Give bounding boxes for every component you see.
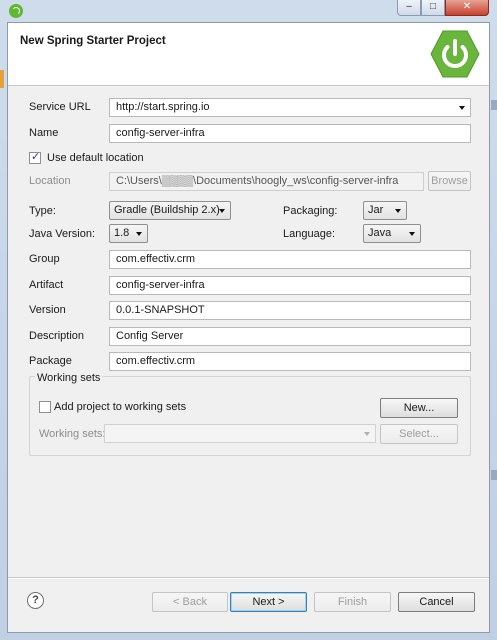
- service-url-label: Service URL: [29, 101, 91, 113]
- browse-button[interactable]: Browse: [428, 171, 471, 191]
- artifact-label: Artifact: [29, 279, 64, 291]
- close-button[interactable]: ✕: [445, 0, 489, 16]
- wizard-header: New Spring Starter Project: [8, 23, 489, 86]
- dialog-client-area: New Spring Starter Project Service URL h…: [7, 22, 490, 633]
- background-window-edge: [491, 470, 497, 480]
- packaging-value: Jar: [368, 204, 384, 216]
- group-input[interactable]: com.effectiv.crm: [109, 250, 471, 269]
- working-sets-label: Working sets:: [39, 428, 106, 440]
- description-label: Description: [29, 330, 85, 342]
- packaging-label: Packaging:: [283, 205, 338, 217]
- group-label: Group: [29, 253, 60, 265]
- location-label: Location: [29, 175, 71, 187]
- type-combo[interactable]: Gradle (Buildship 2.x): [109, 201, 231, 220]
- name-input[interactable]: config-server-infra: [109, 124, 471, 143]
- spring-power-icon: [430, 30, 480, 78]
- dropdown-arrow-icon: [136, 232, 142, 236]
- next-button[interactable]: Next >: [230, 592, 307, 612]
- language-label: Language:: [283, 228, 335, 240]
- java-version-value: 1.8: [114, 227, 130, 239]
- dropdown-arrow-icon: [395, 209, 401, 213]
- dropdown-arrow-icon: [409, 232, 415, 236]
- help-icon[interactable]: ?: [27, 592, 44, 609]
- package-input[interactable]: com.effectiv.crm: [109, 352, 471, 371]
- title-bar[interactable]: – □ ✕: [0, 0, 497, 22]
- working-sets-combo[interactable]: [104, 424, 376, 443]
- maximize-button[interactable]: □: [421, 0, 445, 16]
- footer-separator: [8, 577, 489, 579]
- dropdown-arrow-icon: [219, 209, 225, 213]
- location-input[interactable]: C:\Users\▒▒▒▒\Documents\hoogly_ws\config…: [109, 172, 424, 191]
- back-button[interactable]: < Back: [152, 592, 228, 612]
- add-to-working-sets-checkbox[interactable]: [39, 401, 51, 413]
- language-value: Java: [368, 227, 392, 239]
- dropdown-arrow-icon: [459, 106, 465, 110]
- wizard-title: New Spring Starter Project: [20, 35, 166, 47]
- java-version-label: Java Version:: [29, 228, 96, 240]
- packaging-combo[interactable]: Jar: [363, 201, 407, 220]
- add-to-working-sets-label: Add project to working sets: [54, 401, 187, 413]
- service-url-combo[interactable]: http://start.spring.io: [109, 98, 471, 117]
- language-combo[interactable]: Java: [363, 224, 421, 243]
- version-label: Version: [29, 304, 66, 316]
- use-default-location-label: Use default location: [47, 152, 144, 164]
- type-label: Type:: [29, 205, 56, 217]
- use-default-location-checkbox[interactable]: [29, 150, 41, 164]
- new-working-set-button[interactable]: New...: [380, 398, 458, 418]
- minimize-button[interactable]: –: [397, 0, 421, 16]
- description-input[interactable]: Config Server: [109, 327, 471, 346]
- version-input[interactable]: 0.0.1-SNAPSHOT: [109, 301, 471, 320]
- working-sets-group-title: Working sets: [35, 372, 103, 384]
- type-value: Gradle (Buildship 2.x): [114, 204, 220, 216]
- background-window-edge: [0, 70, 4, 88]
- dropdown-arrow-icon: [364, 432, 370, 436]
- window-frame: – □ ✕ New Spring Starter Project Service…: [0, 0, 497, 640]
- finish-button[interactable]: Finish: [314, 592, 391, 612]
- select-working-sets-button[interactable]: Select...: [380, 424, 458, 444]
- spring-leaf-icon: [9, 4, 23, 18]
- artifact-input[interactable]: config-server-infra: [109, 276, 471, 295]
- name-label: Name: [29, 127, 59, 139]
- service-url-value: http://start.spring.io: [116, 101, 210, 113]
- cancel-button[interactable]: Cancel: [398, 592, 475, 612]
- java-version-combo[interactable]: 1.8: [109, 224, 148, 243]
- package-label: Package: [29, 355, 72, 367]
- background-window-edge: [491, 100, 497, 110]
